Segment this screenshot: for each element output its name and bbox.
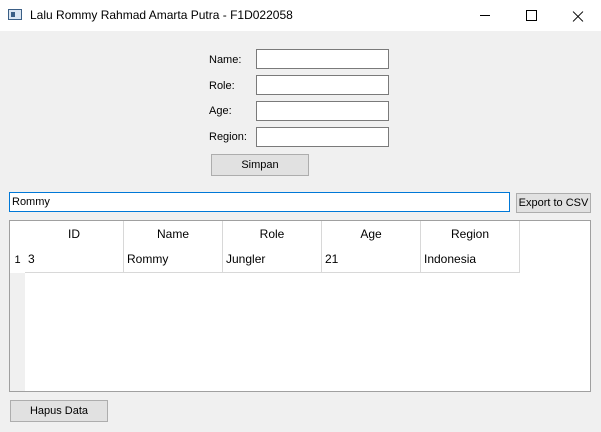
region-field[interactable] bbox=[256, 127, 389, 147]
table-header-row: ID Name Role Age Region bbox=[25, 221, 520, 246]
column-header-region[interactable]: Region bbox=[421, 221, 520, 246]
title-bar: Lalu Rommy Rahmad Amarta Putra - F1D0220… bbox=[0, 0, 601, 31]
name-label: Name: bbox=[209, 54, 242, 66]
age-label: Age: bbox=[209, 105, 232, 117]
row-number[interactable]: 1 bbox=[10, 246, 25, 273]
close-button[interactable] bbox=[555, 0, 601, 31]
close-icon bbox=[572, 10, 584, 22]
save-button[interactable]: Simpan bbox=[211, 154, 309, 176]
export-csv-button[interactable]: Export to CSV bbox=[516, 193, 591, 213]
cell-age[interactable]: 21 bbox=[322, 246, 421, 273]
minimize-button[interactable] bbox=[462, 0, 508, 31]
data-table[interactable]: ID Name Role Age Region 1 3 Rommy Jungle… bbox=[9, 220, 591, 392]
search-input[interactable] bbox=[9, 192, 510, 212]
role-label: Role: bbox=[209, 80, 235, 92]
region-label: Region: bbox=[209, 131, 247, 143]
column-header-role[interactable]: Role bbox=[223, 221, 322, 246]
cell-region[interactable]: Indonesia bbox=[421, 246, 520, 273]
column-header-name[interactable]: Name bbox=[124, 221, 223, 246]
cell-id[interactable]: 3 bbox=[25, 246, 124, 273]
table-row[interactable]: 3 Rommy Jungler 21 Indonesia bbox=[25, 246, 520, 273]
cell-name[interactable]: Rommy bbox=[124, 246, 223, 273]
column-header-age[interactable]: Age bbox=[322, 221, 421, 246]
role-field[interactable] bbox=[256, 75, 389, 95]
table-corner bbox=[10, 221, 25, 246]
cell-role[interactable]: Jungler bbox=[223, 246, 322, 273]
window-title: Lalu Rommy Rahmad Amarta Putra - F1D0220… bbox=[30, 8, 293, 22]
column-header-id[interactable]: ID bbox=[25, 221, 124, 246]
name-field[interactable] bbox=[256, 49, 389, 69]
age-field[interactable] bbox=[256, 101, 389, 121]
app-window-icon bbox=[8, 9, 22, 20]
maximize-icon bbox=[525, 10, 537, 21]
minimize-icon bbox=[480, 15, 490, 16]
delete-data-button[interactable]: Hapus Data bbox=[10, 400, 108, 422]
maximize-button[interactable] bbox=[508, 0, 554, 31]
